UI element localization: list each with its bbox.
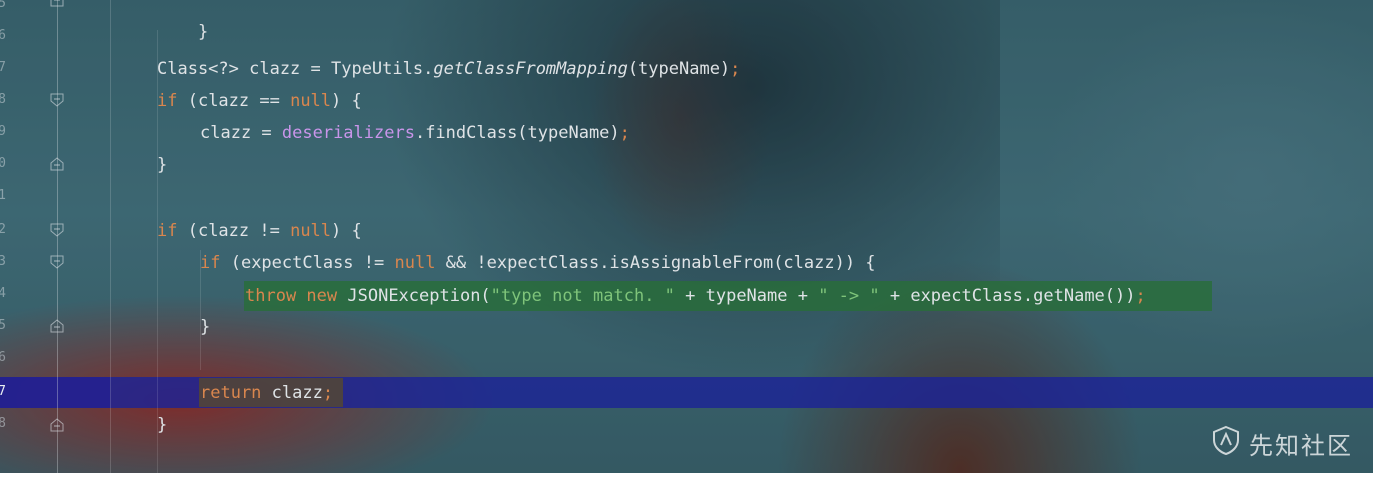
shield-logo-icon — [1211, 425, 1241, 461]
code-line: if (clazz != null) { — [157, 221, 362, 241]
fold-expand-icon[interactable] — [50, 223, 64, 237]
site-watermark: 先知社区 — [1211, 425, 1353, 461]
code-line-current: return clazz; — [200, 383, 334, 403]
code-editor[interactable]: } Class<?> clazz = TypeUtils.getClassFro… — [157, 0, 1373, 473]
line-number: 0 — [0, 156, 6, 171]
line-number: 5 — [0, 318, 6, 333]
fold-end-icon[interactable] — [50, 418, 64, 432]
line-number: 8 — [0, 92, 6, 107]
line-number: 5 — [0, 0, 6, 11]
fold-end-icon[interactable] — [50, 157, 64, 171]
line-number: 6 — [0, 28, 6, 43]
fold-end-icon[interactable] — [50, 319, 64, 333]
code-line: Class<?> clazz = TypeUtils.getClassFromM… — [157, 59, 741, 79]
line-number: 4 — [0, 286, 6, 301]
watermark-text: 先知社区 — [1249, 431, 1353, 460]
line-number-current: 7 — [0, 384, 6, 399]
fold-expand-icon[interactable] — [50, 255, 64, 269]
code-line: } — [157, 415, 168, 435]
line-number: 3 — [0, 254, 6, 269]
line-number: 1 — [0, 188, 6, 203]
code-line: if (clazz == null) { — [157, 91, 362, 111]
code-line: if (expectClass != null && !expectClass.… — [200, 253, 876, 273]
fold-expand-icon[interactable] — [50, 93, 64, 107]
fold-collapse-icon[interactable] — [50, 0, 64, 7]
code-line: clazz = deserializers.findClass(typeName… — [200, 123, 630, 143]
code-line-throw: throw new JSONException("type not match.… — [245, 286, 1146, 306]
code-line: } — [197, 22, 209, 42]
editor-gutter: 5 6 7 8 9 0 1 2 3 4 5 6 7 8 — [0, 0, 111, 473]
line-number: 9 — [0, 124, 6, 139]
line-number: 6 — [0, 350, 6, 365]
line-number: 2 — [0, 222, 6, 237]
line-number: 7 — [0, 60, 6, 75]
code-line: } — [157, 155, 168, 175]
code-line: } — [200, 317, 211, 337]
line-number: 8 — [0, 416, 6, 431]
